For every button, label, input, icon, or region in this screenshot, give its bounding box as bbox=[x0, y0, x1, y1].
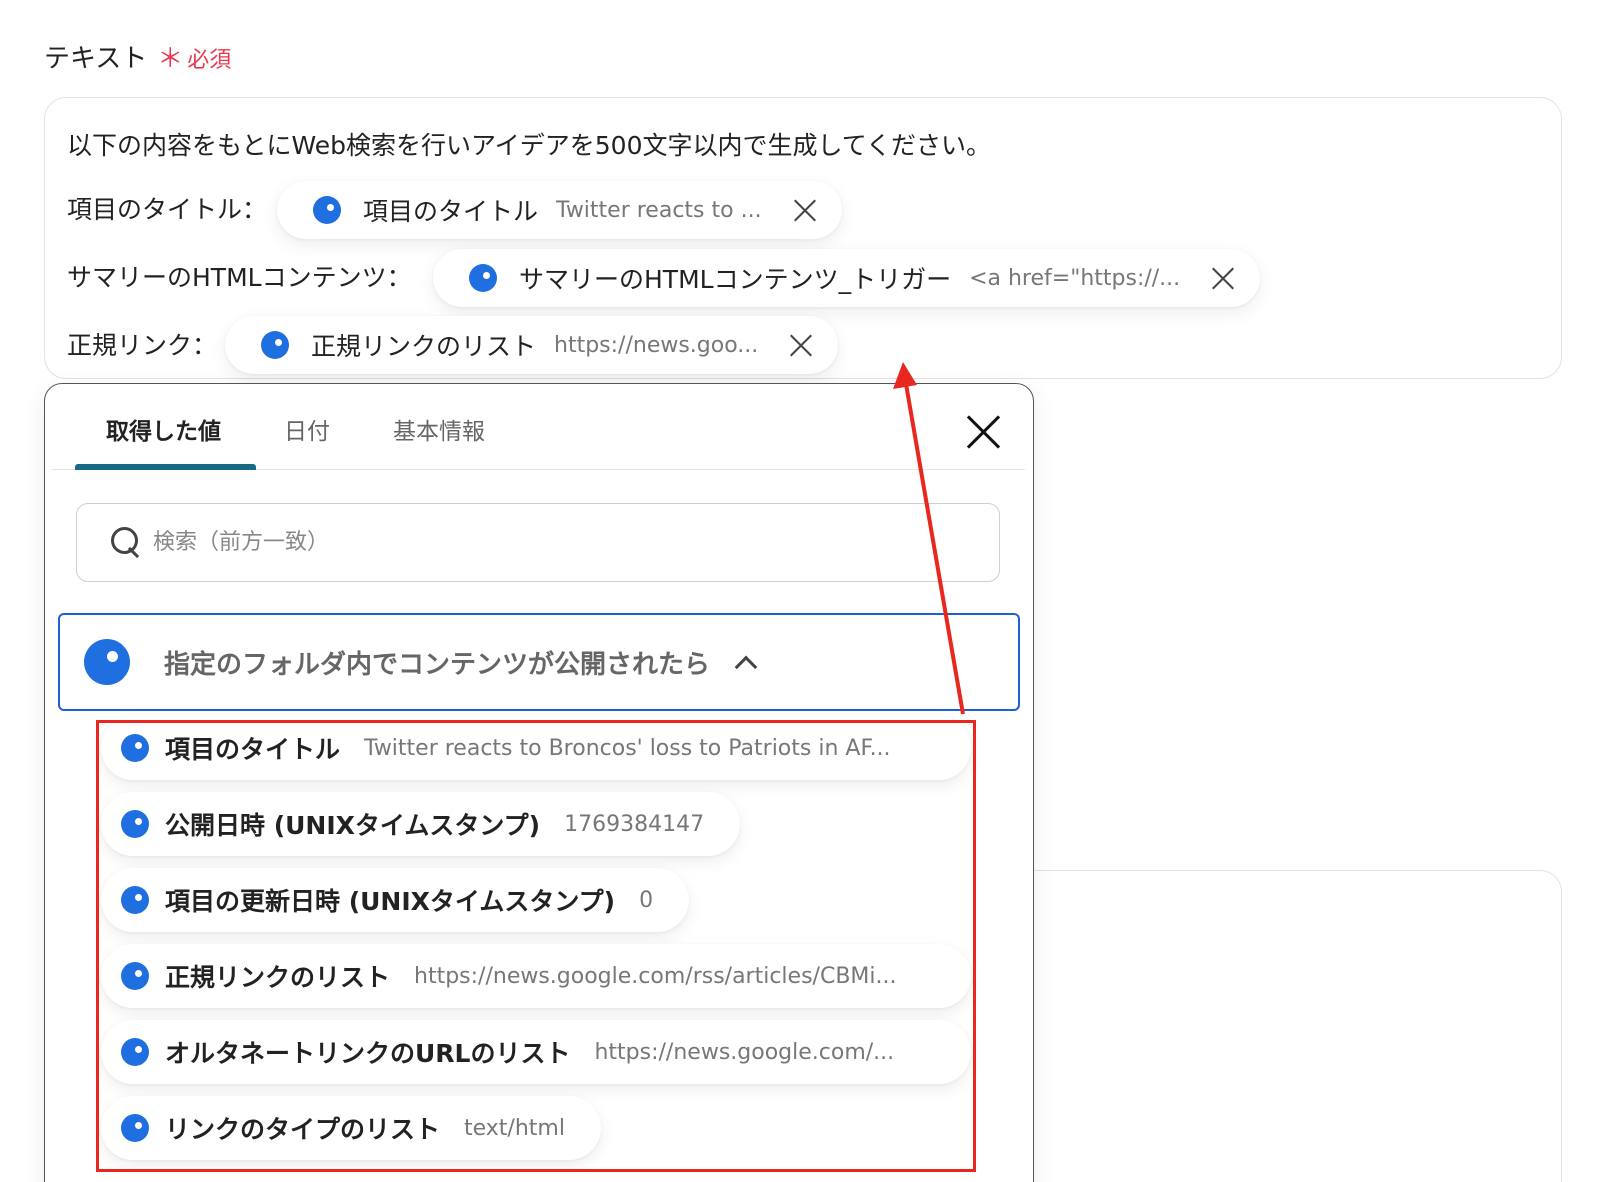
chip-value: https://news.goo... bbox=[554, 332, 759, 358]
close-icon[interactable] bbox=[965, 414, 1001, 450]
variable-dot-icon bbox=[261, 331, 289, 359]
chip-label: 正規リンクのリスト bbox=[311, 332, 537, 361]
variable-chip-title[interactable]: 項目のタイトル Twitter reacts to ... bbox=[277, 181, 842, 239]
chip-label: サマリーのHTMLコンテンツ_トリガー bbox=[519, 265, 952, 294]
chip-remove-icon[interactable] bbox=[792, 197, 818, 223]
search-icon bbox=[111, 526, 143, 559]
variable-chip-summary[interactable]: サマリーのHTMLコンテンツ_トリガー <a href="https://... bbox=[433, 249, 1261, 307]
variable-dot-icon bbox=[313, 196, 341, 224]
required-text: 必須 bbox=[187, 48, 232, 73]
field-label: テキスト ＊ 必須 bbox=[44, 38, 231, 75]
trigger-group-header[interactable]: 指定のフォルダ内でコンテンツが公開されたら bbox=[58, 613, 1020, 711]
active-tab-indicator bbox=[75, 464, 256, 470]
group-title: 指定のフォルダ内でコンテンツが公開されたら bbox=[164, 649, 711, 680]
field-label-text: テキスト bbox=[44, 44, 148, 74]
variable-chip-link[interactable]: 正規リンクのリスト https://news.goo... bbox=[225, 316, 839, 374]
tab-basic-info[interactable]: 基本情報 bbox=[393, 412, 485, 446]
trigger-dot-icon bbox=[84, 639, 130, 685]
chevron-up-icon bbox=[734, 655, 758, 679]
row-label-title: 項目のタイトル： bbox=[67, 195, 268, 224]
variable-dot-icon bbox=[469, 264, 497, 292]
chip-value: <a href="https://... bbox=[969, 265, 1181, 291]
chip-label: 項目のタイトル bbox=[363, 197, 539, 226]
row-label-summary: サマリーのHTMLコンテンツ： bbox=[67, 263, 412, 292]
chip-remove-icon[interactable] bbox=[1210, 265, 1236, 291]
required-star: ＊ bbox=[157, 44, 184, 74]
search-field[interactable] bbox=[76, 503, 1000, 582]
background-field bbox=[1000, 870, 1562, 1182]
tab-acquired-values[interactable]: 取得した値 bbox=[106, 412, 221, 446]
chip-remove-icon[interactable] bbox=[788, 332, 814, 358]
row-label-link: 正規リンク： bbox=[67, 331, 218, 360]
annotation-highlight-box bbox=[96, 720, 976, 1172]
search-input[interactable] bbox=[153, 530, 953, 555]
chip-value: Twitter reacts to ... bbox=[556, 197, 762, 223]
prompt-text: 以下の内容をもとにWeb検索を行いアイデアを500文字以内で生成してください。 bbox=[67, 131, 991, 160]
prompt-textarea[interactable]: 以下の内容をもとにWeb検索を行いアイデアを500文字以内で生成してください。 … bbox=[44, 97, 1562, 379]
popup-tabs: 取得した値 日付 基本情報 bbox=[51, 384, 1025, 470]
tab-date[interactable]: 日付 bbox=[284, 412, 330, 446]
